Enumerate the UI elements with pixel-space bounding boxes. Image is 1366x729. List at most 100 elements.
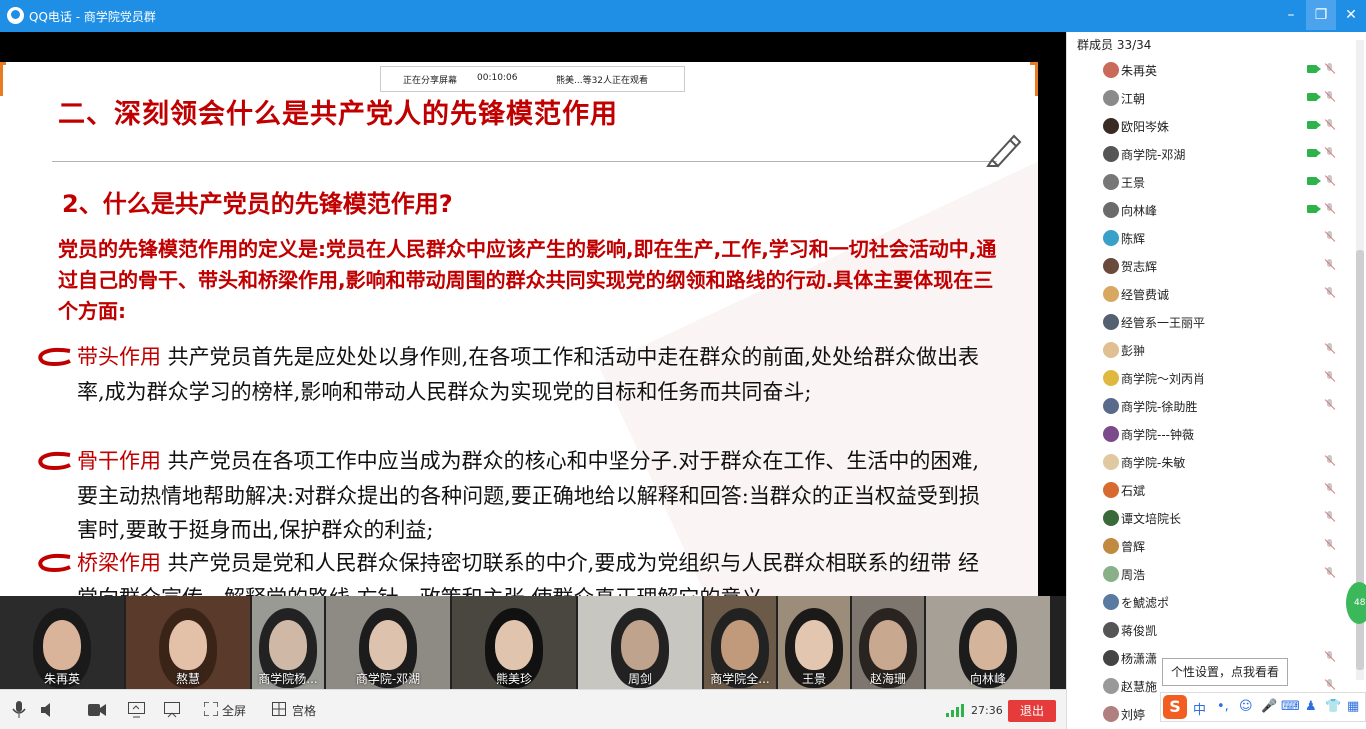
member-row[interactable]: 商学院～刘丙肖 xyxy=(1067,364,1366,392)
toolbox-icon[interactable]: ▦ xyxy=(1347,699,1359,714)
minimize-button[interactable]: – xyxy=(1276,0,1306,30)
share-status: 正在分享屏幕 xyxy=(403,76,458,86)
heading-underline xyxy=(52,161,997,162)
member-row[interactable]: 曾辉 xyxy=(1067,532,1366,560)
exit-button[interactable]: 退出 xyxy=(1008,700,1056,722)
voice-input-icon[interactable]: 🎤 xyxy=(1261,699,1277,714)
avatar xyxy=(1103,706,1119,722)
video-tile[interactable]: 王景 xyxy=(778,596,850,689)
shared-screen: 二、深刻领会什么是共产党人的先锋模范作用 2、什么是共产党员的先锋模范作用? 党… xyxy=(0,32,1066,596)
restore-button[interactable]: ❐ xyxy=(1306,0,1336,30)
member-row[interactable]: 陈辉 xyxy=(1067,224,1366,252)
member-row[interactable]: 经管费诚 xyxy=(1067,280,1366,308)
avatar xyxy=(1103,230,1119,246)
member-name: 谭文培院长 xyxy=(1121,512,1182,526)
shirt-icon[interactable]: 👕 xyxy=(1325,699,1341,714)
member-name: 石斌 xyxy=(1121,484,1146,498)
avatar xyxy=(1103,90,1119,106)
member-row[interactable]: 江朝 xyxy=(1067,84,1366,112)
member-row[interactable]: 石斌 xyxy=(1067,476,1366,504)
member-name: 向林峰 xyxy=(1121,204,1158,218)
emoji-icon[interactable]: ☺ xyxy=(1239,699,1253,714)
member-row[interactable]: 欧阳岑姝 xyxy=(1067,112,1366,140)
speaker-icon[interactable] xyxy=(40,702,56,718)
video-tile[interactable]: 周剑 xyxy=(578,596,702,689)
member-row[interactable]: を鯱滤ポ xyxy=(1067,588,1366,616)
mic-muted-icon xyxy=(1324,455,1336,467)
participant-name: 朱再英 xyxy=(43,672,80,686)
close-button[interactable]: ✕ xyxy=(1336,0,1366,30)
avatar xyxy=(1103,538,1119,554)
member-row[interactable]: 朱再英 xyxy=(1067,56,1366,84)
skin-icon[interactable]: ♟ xyxy=(1305,699,1317,714)
member-name: 经管系一王丽平 xyxy=(1121,316,1206,330)
member-row[interactable]: 经管系一王丽平 xyxy=(1067,308,1366,336)
member-name: 商学院～刘丙肖 xyxy=(1121,372,1206,386)
qq-logo-icon xyxy=(7,7,24,24)
mic-muted-icon xyxy=(1324,63,1336,75)
participant-name: 商学院杨... xyxy=(258,672,318,686)
video-tile[interactable]: 商学院全... xyxy=(704,596,776,689)
ime-language-toggle[interactable]: 中 xyxy=(1193,699,1206,718)
members-panel: 群成员 33/34 朱再英 江朝 欧阳岑姝 商学院-邓湖 王景 向林峰 陈辉 贺志辉 经管费诚经… xyxy=(1066,32,1366,729)
member-row[interactable]: 商学院-徐助胜 xyxy=(1067,392,1366,420)
slide-definition: 党员的先锋模范作用的定义是:党员在人民群众中应该产生的影响,即在生产,工作,学习… xyxy=(58,237,997,323)
point-label: 骨干作用 xyxy=(77,449,161,473)
fullscreen-button[interactable]: 全屏 xyxy=(222,702,246,719)
point-text: 共产党员首先是应处处以身作则,在各项工作和活动中走在群众的前面,处处给群众做出表… xyxy=(77,345,980,404)
avatar xyxy=(1103,370,1119,386)
video-tile[interactable]: 熬慧 xyxy=(126,596,250,689)
member-name: 彭翀 xyxy=(1121,344,1146,358)
avatar xyxy=(1103,202,1119,218)
member-name: 欧阳岑姝 xyxy=(1121,120,1170,134)
curved-arrow-icon xyxy=(38,348,71,366)
camera-on-icon xyxy=(1307,205,1321,213)
mic-muted-icon xyxy=(1324,287,1336,299)
share-screen-icon[interactable] xyxy=(128,702,145,718)
video-tile[interactable]: 朱再英 xyxy=(0,596,124,689)
member-row[interactable]: 蒋俊凯 xyxy=(1067,616,1366,644)
member-row[interactable]: 贺志辉 xyxy=(1067,252,1366,280)
member-name: 蒋俊凯 xyxy=(1121,624,1158,638)
signal-icon xyxy=(946,704,964,717)
participant-name: 商学院全... xyxy=(710,672,770,686)
member-row[interactable]: 彭翀 xyxy=(1067,336,1366,364)
member-name: 商学院-朱敏 xyxy=(1121,456,1186,470)
camera-on-icon xyxy=(1307,121,1321,129)
qq-call-window: QQ电话 - 商学院党员群 – ❐ ✕ 还原 二、深刻领会什么是共产党人的先锋模… xyxy=(0,0,1366,729)
member-row[interactable]: 向林峰 xyxy=(1067,196,1366,224)
video-tile[interactable]: 商学院-邓湖 xyxy=(326,596,450,689)
floating-badge[interactable]: 48 xyxy=(1346,582,1366,624)
grid-view-button[interactable]: 宫格 xyxy=(292,702,316,719)
video-tile[interactable]: 赵海珊 xyxy=(852,596,924,689)
participant-face xyxy=(43,620,81,670)
member-row[interactable]: 谭文培院长 xyxy=(1067,504,1366,532)
member-row[interactable]: 王景 xyxy=(1067,168,1366,196)
microphone-icon[interactable] xyxy=(12,701,26,719)
member-row[interactable]: 周浩 xyxy=(1067,560,1366,588)
video-tile[interactable]: 商学院杨... xyxy=(252,596,324,689)
member-row[interactable]: 商学院---钟薇 xyxy=(1067,420,1366,448)
avatar xyxy=(1103,510,1119,526)
camera-on-icon xyxy=(1307,177,1321,185)
member-row[interactable]: 商学院-邓湖 xyxy=(1067,140,1366,168)
participant-face xyxy=(269,620,307,670)
member-name: 朱再英 xyxy=(1121,64,1158,78)
participant-name: 王景 xyxy=(801,672,826,686)
mic-muted-icon xyxy=(1324,147,1336,159)
video-tile[interactable]: 向林峰 xyxy=(926,596,1050,689)
camera-icon[interactable] xyxy=(88,703,106,717)
participant-name: 赵海珊 xyxy=(869,672,906,686)
camera-on-icon xyxy=(1307,65,1321,73)
keyboard-icon[interactable]: ⌨ xyxy=(1281,699,1300,714)
member-row[interactable]: 商学院-朱敏 xyxy=(1067,448,1366,476)
video-tile[interactable]: 熊美珍 xyxy=(452,596,576,689)
whiteboard-icon[interactable] xyxy=(164,702,180,718)
member-name: 经管费诚 xyxy=(1121,288,1170,302)
sogou-logo-icon[interactable]: S xyxy=(1163,695,1187,719)
punctuation-icon[interactable]: •, xyxy=(1217,699,1229,714)
avatar xyxy=(1103,342,1119,358)
avatar xyxy=(1103,594,1119,610)
participant-name: 向林峰 xyxy=(969,672,1006,686)
call-toolbar: 全屏 宫格 27:36 退出 xyxy=(0,689,1066,729)
